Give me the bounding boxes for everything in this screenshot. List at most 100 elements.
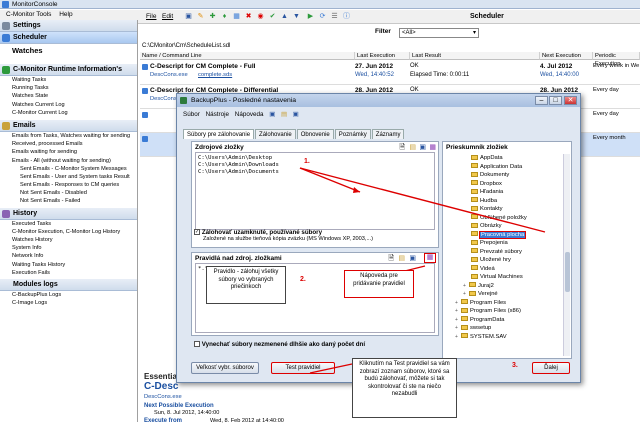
menu-file[interactable]: File (146, 13, 156, 20)
sidebar-item[interactable]: Execution Fails (0, 269, 137, 277)
sidebar-item[interactable]: Network Info (0, 252, 137, 260)
tree-item[interactable]: Hľadania (445, 188, 560, 197)
tree-item[interactable]: + SYSTEM.SAV (445, 333, 560, 342)
sidebar-item[interactable]: Not Sent Emails - Failed (0, 197, 137, 205)
expand-icon[interactable]: + (455, 299, 460, 308)
sidebar-item[interactable]: Executed Tasks (0, 220, 137, 228)
tree-item[interactable]: Pracovná plocha (445, 230, 560, 240)
column-header[interactable]: Last Execution (355, 52, 410, 60)
sidebar-item[interactable]: Emails - All (without waiting for sendin… (0, 157, 137, 165)
tree-item[interactable]: Videá (445, 265, 560, 274)
sidebar-item[interactable]: C-Monitor Execution, C-Monitor Log Histo… (0, 228, 137, 236)
column-header[interactable]: Name / Command Line (140, 52, 355, 60)
sidebar-item[interactable]: Emails from Tasks, Watches waiting for s… (0, 132, 137, 140)
sidebar-modules-header[interactable]: Modules logs (0, 278, 137, 291)
source-item[interactable]: C:\Users\Admin\Downloads (198, 162, 432, 169)
save-icon[interactable]: ▣ (409, 254, 416, 262)
sidebar-item[interactable]: Sent Emails - C-Monitor System Messages (0, 165, 137, 173)
expand-icon[interactable]: + (463, 282, 468, 291)
sidebar-item[interactable]: Waiting Tasks (0, 76, 137, 84)
sidebar-section-settings[interactable]: Settings (0, 20, 137, 32)
tree-item[interactable]: Kontakty (445, 205, 560, 214)
tree-item[interactable]: + Verejné (445, 290, 560, 299)
tree-item[interactable]: Dokumenty (445, 171, 560, 180)
properties-icon[interactable]: ▦ (232, 12, 241, 21)
sidebar-section-scheduler[interactable]: Scheduler (0, 32, 137, 44)
minimize-button[interactable]: – (535, 96, 548, 105)
tree-item[interactable]: Prepojenia (445, 239, 560, 248)
tree-item[interactable]: Uložené hry (445, 256, 560, 265)
stop-icon[interactable]: ◉ (256, 12, 265, 21)
tree-item[interactable]: Hudba (445, 197, 560, 206)
sidebar-item[interactable]: C-Image Logs (0, 299, 137, 307)
menu-nastroje[interactable]: Nástroje (206, 111, 229, 118)
sidebar-emails-header[interactable]: Emails (0, 119, 137, 132)
folder-icon[interactable]: ▤ (409, 143, 416, 151)
bars-icon[interactable]: ☰ (330, 12, 339, 21)
tree-item[interactable]: + Program Files (x86) (445, 307, 560, 316)
expand-icon[interactable]: + (455, 307, 460, 316)
sidebar-item[interactable]: Not Sent Emails - Disabled (0, 189, 137, 197)
tree-item[interactable]: + Program Files (445, 299, 560, 308)
save-icon[interactable]: ▣ (419, 143, 426, 151)
up-icon[interactable]: ▲ (280, 12, 289, 21)
expand-icon[interactable]: + (463, 290, 468, 299)
sidebar-history-header[interactable]: History (0, 207, 137, 220)
tree-item[interactable]: + ProgramData (445, 316, 560, 325)
column-header[interactable]: Last Result (410, 52, 540, 60)
sidebar-item[interactable]: Watches History (0, 236, 137, 244)
sidebar-item[interactable]: C-Monitor Current Log (0, 109, 137, 117)
sources-list[interactable]: C:\Users\Admin\Desktop C:\Users\Admin\Do… (195, 152, 435, 230)
tree-scrollbar[interactable] (563, 154, 570, 356)
tree-item[interactable]: AppData (445, 154, 560, 163)
tab-restore[interactable]: Obnovenie (296, 129, 334, 139)
menu-cmonitor-tools[interactable]: C-Monitor Tools (6, 11, 51, 18)
add-icon[interactable]: ✚ (208, 12, 217, 21)
info-icon[interactable]: ⓘ (342, 12, 351, 21)
delete-icon[interactable]: ✖ (244, 12, 253, 21)
run-icon[interactable]: ▶ (306, 12, 315, 21)
tree-item[interactable]: Virtual Machines (445, 273, 560, 282)
tab-files[interactable]: Súbory pre zálohovanie (183, 129, 255, 139)
sidebar-item[interactable]: Running Tasks (0, 84, 137, 92)
refresh-icon[interactable]: ⟳ (318, 12, 327, 21)
sidebar-item[interactable]: Received, processed Emails (0, 140, 137, 148)
menu-edit[interactable]: Edit (162, 13, 173, 20)
expand-icon[interactable]: + (455, 333, 460, 342)
sidebar-watches[interactable]: Watches (0, 45, 137, 57)
tab-notes[interactable]: Poznámky (334, 129, 371, 139)
help-book-icon[interactable]: ▦ (424, 253, 436, 263)
tree-item[interactable]: + Juraj2 (445, 282, 560, 291)
expand-icon[interactable]: + (455, 316, 460, 325)
folder-tree[interactable]: AppData Application Data Dokumenty Dropbox H… (445, 154, 560, 356)
edit-icon[interactable]: ✎ (196, 12, 205, 21)
lock-checkbox[interactable]: ✓ (194, 229, 200, 236)
next-button[interactable]: Ďalej (532, 362, 570, 374)
skip-checkbox[interactable] (194, 341, 200, 348)
down-icon[interactable]: ▼ (292, 12, 301, 21)
sidebar-item[interactable]: Sent Emails - User and System tasks Resu… (0, 173, 137, 181)
source-item[interactable]: C:\Users\Admin\Desktop (198, 155, 432, 162)
sidebar-runtime-header[interactable]: C-Monitor Runtime Information's (0, 64, 137, 76)
tree-item[interactable]: Application Data (445, 163, 560, 172)
tree-item[interactable]: Prevzaté súbory (445, 248, 560, 257)
filter-select[interactable]: <All> ▾ (399, 28, 479, 38)
column-header[interactable]: Next Execution (540, 52, 593, 60)
menu-subor[interactable]: Súbor (183, 111, 200, 118)
book-icon[interactable]: ▦ (429, 143, 436, 151)
sidebar-item[interactable]: Watches Current Log (0, 101, 137, 109)
sidebar-item[interactable]: Sent Emails - Responses to CM queries (0, 181, 137, 189)
tab-logs[interactable]: Záznamy (371, 129, 405, 139)
save-as-icon[interactable]: ▣ (293, 111, 299, 118)
copy-icon[interactable]: ♦ (220, 12, 229, 21)
save-icon[interactable]: ▣ (269, 111, 275, 118)
source-item[interactable]: C:\Users\Admin\Documents (198, 169, 432, 176)
close-button[interactable]: ✕ (564, 96, 577, 105)
sidebar-item[interactable]: System Info (0, 244, 137, 252)
sidebar-item[interactable]: Emails waiting for sending (0, 148, 137, 156)
folder-icon[interactable]: ▤ (398, 254, 405, 262)
save-icon[interactable]: ▣ (184, 12, 193, 21)
sidebar-item[interactable]: Watches State (0, 92, 137, 100)
tree-item[interactable]: Dropbox (445, 180, 560, 189)
menu-help[interactable]: Help (59, 11, 72, 18)
